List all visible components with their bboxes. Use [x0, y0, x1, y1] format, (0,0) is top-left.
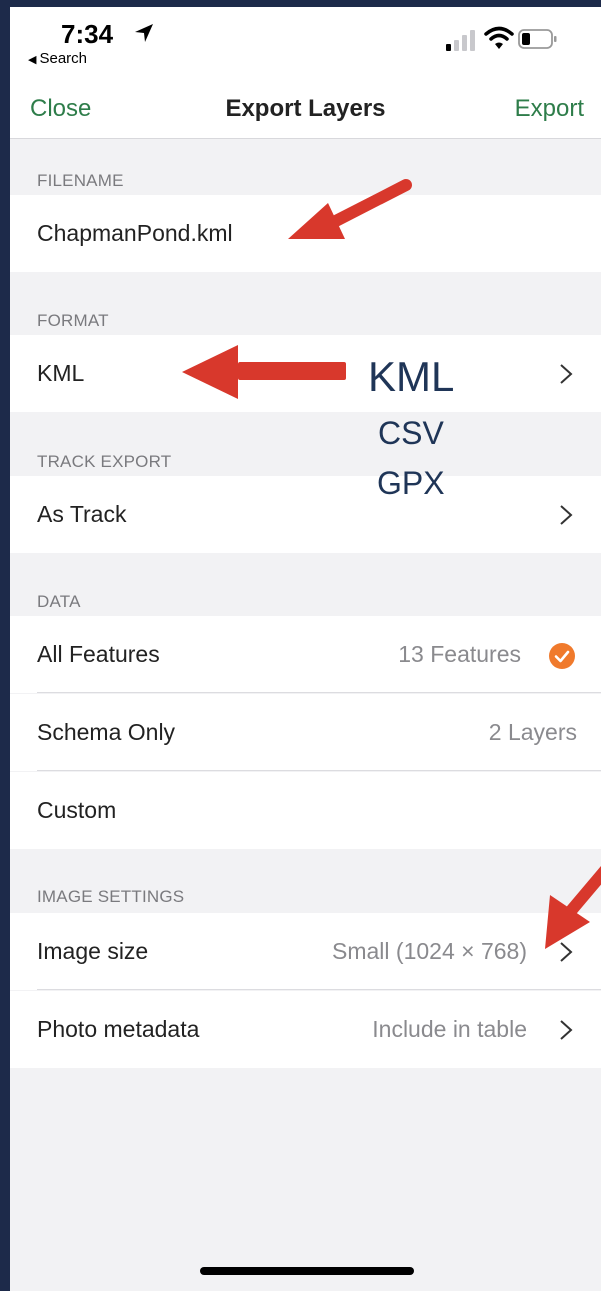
home-indicator[interactable] [200, 1267, 414, 1275]
checkmark-circle-icon [549, 643, 575, 669]
location-arrow-icon [135, 24, 153, 42]
status-time: 7:34 [61, 19, 114, 49]
navigation-bar: Close Export Layers Export [10, 77, 601, 139]
phone-screen: 7:34 ◀ Search Close Export Layers Export … [10, 7, 601, 1291]
row-divider [37, 692, 601, 693]
format-value: KML [37, 360, 85, 386]
photo-metadata-row[interactable]: Photo metadata Include in table [10, 991, 601, 1068]
data-row-schema-only[interactable]: Schema Only 2 Layers [10, 694, 601, 771]
image-size-row[interactable]: Image size Small (1024 × 768) [10, 913, 601, 990]
data-row-value: 13 Features [398, 641, 521, 667]
track-export-section-header: TRACK EXPORT [37, 452, 172, 471]
image-settings-section-header: IMAGE SETTINGS [37, 887, 185, 906]
image-setting-label: Photo metadata [37, 1016, 200, 1042]
back-to-search-link[interactable]: ◀ Search [28, 50, 87, 67]
track-export-value: As Track [37, 501, 127, 527]
format-row[interactable]: KML [10, 335, 601, 412]
cellular-signal-icon [446, 30, 475, 51]
wifi-icon [484, 26, 514, 49]
format-section-header: FORMAT [37, 311, 109, 330]
chevron-right-icon [560, 1020, 573, 1040]
image-setting-value: Small (1024 × 768) [332, 938, 527, 964]
annotation-format-csv: CSV [378, 415, 444, 451]
battery-icon [518, 29, 557, 49]
filename-value: ChapmanPond.kml [37, 220, 233, 246]
data-row-label: Custom [37, 797, 117, 823]
status-bar: 7:34 ◀ Search [10, 7, 601, 77]
row-divider [37, 770, 601, 771]
page-title: Export Layers [225, 95, 386, 122]
filename-section-header: FILENAME [37, 171, 124, 190]
data-row-all-features[interactable]: All Features 13 Features [10, 616, 601, 693]
data-section-header: DATA [37, 592, 81, 611]
chevron-right-icon [560, 364, 573, 384]
chevron-right-icon [560, 942, 573, 962]
annotation-format-kml: KML [368, 353, 455, 400]
export-button[interactable]: Export [515, 95, 584, 123]
track-export-row[interactable]: As Track [10, 476, 601, 553]
back-to-search-label: Search [39, 50, 87, 67]
data-row-custom[interactable]: Custom [10, 772, 601, 849]
filename-field[interactable]: ChapmanPond.kml [10, 195, 601, 272]
data-row-value: 2 Layers [488, 719, 577, 745]
image-setting-value: Include in table [372, 1016, 527, 1042]
annotation-format-gpx: GPX [377, 465, 445, 501]
image-setting-label: Image size [37, 938, 149, 964]
row-divider [37, 989, 601, 990]
chevron-right-icon [560, 505, 573, 525]
data-row-label: All Features [37, 641, 160, 667]
data-row-label: Schema Only [37, 719, 176, 745]
